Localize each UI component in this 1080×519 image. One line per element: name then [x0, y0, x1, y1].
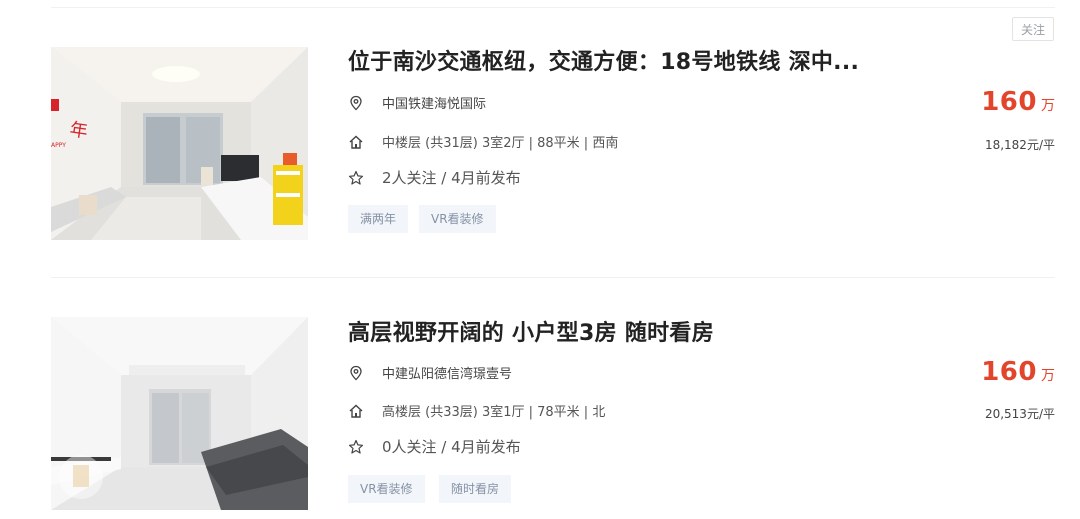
star-icon — [348, 439, 364, 454]
house-icon — [349, 135, 363, 149]
living-room-photo — [51, 317, 308, 510]
follow-info-row: 0人关注 / 4月前发布 — [348, 437, 521, 457]
house-info-row: 中楼层 (共31层) 3室2厅 | 88平米 | 西南 — [348, 133, 618, 153]
house-info: 高楼层 (共33层) 3室1厅 | 78平米 | 北 — [382, 405, 606, 420]
svg-text:APPY: APPY — [51, 142, 66, 149]
living-room-photo: 年 APPY — [51, 47, 308, 240]
house-info: 中楼层 (共31层) 3室2厅 | 88平米 | 西南 — [382, 136, 619, 151]
follow-info-row: 2人关注 / 4月前发布 — [348, 168, 521, 188]
listing-title[interactable]: 位于南沙交通枢纽，交通方便：18号地铁线 深中... — [348, 44, 859, 76]
listing-photo[interactable]: 年 APPY — [51, 47, 308, 240]
tag-2: VR看装修 — [419, 205, 496, 233]
svg-text:年: 年 — [68, 119, 89, 142]
listing-photo[interactable] — [51, 317, 308, 510]
total-price-unit: 万 — [1041, 368, 1055, 384]
listing-divider — [51, 277, 1055, 278]
total-price: 160 万 — [981, 357, 1055, 387]
follow-button[interactable]: 关注 — [1012, 17, 1054, 41]
follow-info: 2人关注 / 4月前发布 — [382, 169, 521, 187]
listing-title[interactable]: 高层视野开阔的 小户型3房 随时看房 — [348, 315, 714, 347]
unit-price: 18,182元/平 — [984, 138, 1055, 152]
unit-price: 20,513元/平 — [984, 407, 1055, 421]
tag-2: 随时看房 — [439, 475, 512, 503]
top-divider — [51, 7, 1055, 8]
community-row: 中国铁建海悦国际 — [348, 94, 486, 114]
community-row: 中建弘阳德信湾璟壹号 — [348, 364, 512, 384]
house-icon — [349, 404, 363, 418]
community-name[interactable]: 中建弘阳德信湾璟壹号 — [382, 367, 512, 382]
tag-1: VR看装修 — [348, 475, 425, 503]
location-pin-icon — [350, 365, 362, 381]
house-info-row: 高楼层 (共33层) 3室1厅 | 78平米 | 北 — [348, 402, 605, 422]
total-price-unit: 万 — [1041, 98, 1055, 114]
total-price: 160 万 — [981, 87, 1055, 117]
total-price-value: 160 — [981, 87, 1037, 117]
star-icon — [348, 170, 364, 185]
tag-1: 满两年 — [348, 205, 409, 233]
community-name[interactable]: 中国铁建海悦国际 — [382, 97, 486, 112]
location-pin-icon — [350, 95, 362, 111]
total-price-value: 160 — [981, 357, 1037, 387]
follow-info: 0人关注 / 4月前发布 — [382, 438, 521, 456]
